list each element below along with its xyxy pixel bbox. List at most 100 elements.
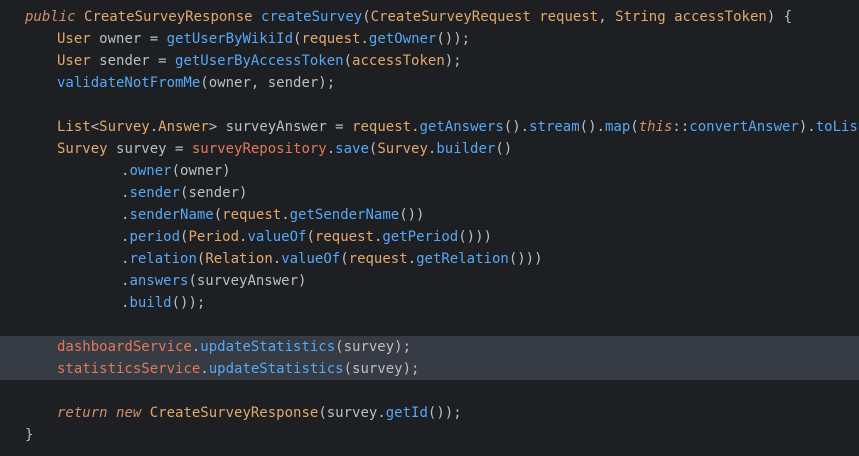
code-token: User	[57, 53, 100, 69]
code-token: request	[352, 119, 412, 135]
code-token: .	[407, 251, 417, 267]
code-line-10[interactable]: .senderName(request.getSenderName())	[0, 204, 859, 226]
code-text: .relation(Relation.valueOf(request.getRe…	[121, 248, 543, 270]
code-line-16-selected[interactable]: dashboardService.updateStatistics(survey…	[0, 336, 859, 376]
code-token: Survey	[57, 141, 117, 157]
code-token: ());	[436, 31, 471, 47]
code-text: validateNotFromMe(owner, sender);	[57, 72, 335, 94]
code-token: Survey	[377, 141, 428, 157]
code-token: toList	[815, 119, 859, 135]
code-text: Survey survey = surveyRepository.save(Su…	[57, 138, 512, 160]
code-token: (owner, sender);	[200, 75, 336, 91]
code-token: Period	[188, 229, 240, 245]
code-line-20[interactable]: }	[0, 424, 859, 446]
code-line-5[interactable]	[0, 94, 859, 116]
code-token: .	[360, 31, 369, 47]
code-line-3[interactable]: User sender = getUserByAccessToken(acces…	[0, 50, 859, 72]
code-token: public	[25, 9, 85, 25]
code-token: owner	[129, 163, 172, 179]
code-line-13[interactable]: .answers(surveyAnswer)	[0, 270, 859, 292]
code-line-17-selected[interactable]: statisticsService.updateStatistics(surve…	[0, 358, 859, 380]
code-token: (	[343, 53, 353, 69]
code-token: new	[116, 405, 150, 421]
code-text: }	[25, 424, 33, 446]
code-token: sender	[129, 185, 181, 201]
code-line-2[interactable]: User owner = getUserByWikiId(request.get…	[0, 28, 859, 50]
code-token: stream	[529, 119, 580, 135]
code-text: .owner(owner)	[121, 160, 231, 182]
code-token: (	[213, 207, 223, 223]
code-token: answers	[129, 273, 189, 289]
code-token: getUserByWikiId	[166, 31, 294, 47]
code-token: (	[340, 251, 349, 267]
code-token: .	[281, 207, 290, 223]
code-token: ).	[798, 119, 816, 135]
code-token: ());	[427, 405, 462, 421]
code-token: getRelation	[416, 251, 509, 267]
code-text: return new CreateSurveyResponse(survey.g…	[57, 402, 462, 424]
code-token: this	[638, 119, 673, 135]
code-text: .sender(sender)	[121, 182, 247, 204]
code-line-8[interactable]: .owner(owner)	[0, 160, 859, 182]
code-token: (	[306, 229, 315, 245]
lightbulb-icon[interactable]	[1, 341, 65, 376]
code-token: ());	[171, 295, 206, 311]
code-token: (surveyAnswer)	[188, 273, 307, 289]
code-editor[interactable]: public CreateSurveyResponse createSurvey…	[0, 0, 859, 456]
code-line-12[interactable]: .relation(Relation.valueOf(request.getRe…	[0, 248, 859, 270]
code-token: valueOf	[281, 251, 341, 267]
code-token: createSurvey	[261, 9, 363, 25]
code-token: period	[129, 229, 181, 245]
code-line-14[interactable]: .build());	[0, 292, 859, 314]
code-line-11[interactable]: .period(Period.valueOf(request.getPeriod…	[0, 226, 859, 248]
code-token: senderName	[129, 207, 214, 223]
code-token: getOwner	[368, 31, 437, 47]
code-token: request	[348, 251, 408, 267]
code-token: User	[57, 31, 100, 47]
code-text: statisticsService.updateStatistics(surve…	[57, 358, 419, 380]
code-token: getSenderName	[289, 207, 400, 223]
code-token: save	[335, 141, 369, 157]
code-token: }	[25, 427, 34, 443]
code-token: (owner)	[171, 163, 231, 179]
code-token: ()))	[458, 229, 492, 245]
code-token: ()))	[508, 251, 543, 267]
code-token: request	[301, 31, 361, 47]
code-token: (	[362, 9, 371, 25]
code-token: updateStatistics	[200, 339, 336, 355]
code-token: validateNotFromMe	[57, 75, 201, 91]
code-text: List<Survey.Answer> surveyAnswer = reque…	[57, 116, 859, 138]
code-token: relation	[129, 251, 197, 267]
code-token: surveyRepository	[191, 141, 327, 157]
code-text: User sender = getUserByAccessToken(acces…	[57, 50, 462, 72]
code-token: (survey);	[343, 361, 420, 377]
code-token: accessToken	[674, 9, 767, 25]
code-line-15[interactable]	[0, 314, 859, 336]
code-token: .	[326, 141, 336, 157]
code-token: statisticsService	[57, 361, 201, 377]
code-token: > surveyAnswer =	[208, 119, 353, 135]
code-token: map	[604, 119, 631, 135]
code-token: ,	[598, 9, 616, 25]
code-line-4[interactable]: validateNotFromMe(owner, sender);	[0, 72, 859, 94]
code-token: request	[222, 207, 282, 223]
code-text: .period(Period.valueOf(request.getPeriod…	[121, 226, 492, 248]
code-token: .	[149, 119, 159, 135]
code-line-19[interactable]: return new CreateSurveyResponse(survey.g…	[0, 402, 859, 424]
code-line-6[interactable]: List<Survey.Answer> surveyAnswer = reque…	[0, 116, 859, 138]
code-token: getAnswers	[419, 119, 504, 135]
code-token: ::	[672, 119, 690, 135]
code-token: CreateSurveyRequest	[370, 9, 540, 25]
code-line-7[interactable]: Survey survey = surveyRepository.save(Su…	[0, 138, 859, 160]
code-token: ()	[495, 141, 513, 157]
code-token: List	[57, 119, 91, 135]
code-token: Survey	[99, 119, 150, 135]
code-token: ) {	[766, 9, 793, 25]
code-line-1[interactable]: public CreateSurveyResponse createSurvey…	[0, 6, 859, 28]
code-token: .	[272, 251, 282, 267]
code-token: getUserByAccessToken	[175, 53, 344, 69]
code-token: CreateSurveyResponse	[149, 405, 319, 421]
code-line-9[interactable]: .sender(sender)	[0, 182, 859, 204]
code-line-18[interactable]	[0, 380, 859, 402]
code-token: ().	[579, 119, 605, 135]
